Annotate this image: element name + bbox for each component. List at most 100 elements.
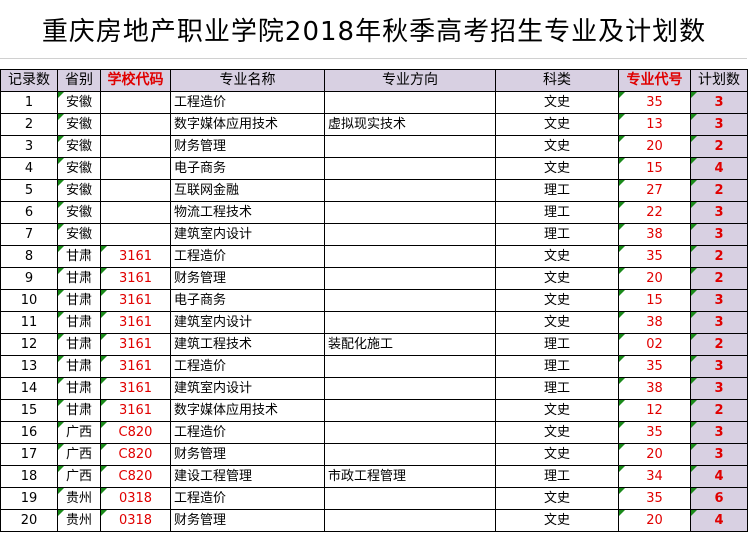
- cell-major-direction[interactable]: [324, 91, 496, 114]
- cell-school-code[interactable]: 3161: [100, 399, 171, 422]
- cell-category[interactable]: 文史: [495, 91, 619, 114]
- cell-category[interactable]: 理工: [495, 355, 619, 378]
- header-school-code[interactable]: 学校代码: [100, 69, 171, 92]
- cell-plan-count[interactable]: 2: [690, 333, 748, 356]
- cell-major-direction[interactable]: [324, 311, 496, 334]
- cell-major-direction[interactable]: [324, 289, 496, 312]
- cell-major-name[interactable]: 财务管理: [170, 135, 325, 158]
- cell-major-code[interactable]: 35: [618, 245, 691, 268]
- cell-category[interactable]: 文史: [495, 157, 619, 180]
- cell-major-code[interactable]: 34: [618, 465, 691, 488]
- cell-plan-count[interactable]: 3: [690, 421, 748, 444]
- cell-school-code[interactable]: 0318: [100, 509, 171, 532]
- cell-plan-count[interactable]: 4: [690, 465, 748, 488]
- cell-plan-count[interactable]: 3: [690, 443, 748, 466]
- cell-record-number[interactable]: 7: [0, 223, 58, 246]
- cell-province[interactable]: 甘肃: [57, 333, 101, 356]
- cell-province[interactable]: 安徽: [57, 223, 101, 246]
- cell-school-code[interactable]: [100, 157, 171, 180]
- cell-plan-count[interactable]: 3: [690, 91, 748, 114]
- cell-major-direction[interactable]: [324, 267, 496, 290]
- cell-major-name[interactable]: 工程造价: [170, 355, 325, 378]
- cell-school-code[interactable]: 3161: [100, 311, 171, 334]
- cell-province[interactable]: 广西: [57, 465, 101, 488]
- cell-category[interactable]: 文史: [495, 311, 619, 334]
- cell-major-direction[interactable]: [324, 421, 496, 444]
- cell-plan-count[interactable]: 3: [690, 311, 748, 334]
- cell-province[interactable]: 安徽: [57, 113, 101, 136]
- cell-major-name[interactable]: 建筑工程技术: [170, 333, 325, 356]
- cell-province[interactable]: 广西: [57, 443, 101, 466]
- cell-major-direction[interactable]: [324, 223, 496, 246]
- cell-major-code[interactable]: 13: [618, 113, 691, 136]
- cell-major-code[interactable]: 35: [618, 487, 691, 510]
- cell-province[interactable]: 甘肃: [57, 377, 101, 400]
- cell-major-direction[interactable]: 市政工程管理: [324, 465, 496, 488]
- cell-plan-count[interactable]: 3: [690, 289, 748, 312]
- cell-major-direction[interactable]: 虚拟现实技术: [324, 113, 496, 136]
- cell-major-code[interactable]: 12: [618, 399, 691, 422]
- cell-major-direction[interactable]: [324, 399, 496, 422]
- cell-plan-count[interactable]: 3: [690, 223, 748, 246]
- cell-record-number[interactable]: 20: [0, 509, 58, 532]
- cell-record-number[interactable]: 6: [0, 201, 58, 224]
- cell-plan-count[interactable]: 3: [690, 355, 748, 378]
- cell-category[interactable]: 文史: [495, 267, 619, 290]
- cell-category[interactable]: 文史: [495, 443, 619, 466]
- cell-province[interactable]: 安徽: [57, 135, 101, 158]
- cell-record-number[interactable]: 15: [0, 399, 58, 422]
- cell-record-number[interactable]: 3: [0, 135, 58, 158]
- cell-record-number[interactable]: 18: [0, 465, 58, 488]
- cell-plan-count[interactable]: 4: [690, 157, 748, 180]
- cell-province[interactable]: 安徽: [57, 179, 101, 202]
- cell-province[interactable]: 安徽: [57, 157, 101, 180]
- cell-major-code[interactable]: 15: [618, 289, 691, 312]
- cell-major-code[interactable]: 38: [618, 311, 691, 334]
- cell-record-number[interactable]: 2: [0, 113, 58, 136]
- cell-major-name[interactable]: 电子商务: [170, 157, 325, 180]
- cell-record-number[interactable]: 11: [0, 311, 58, 334]
- cell-record-number[interactable]: 13: [0, 355, 58, 378]
- cell-plan-count[interactable]: 2: [690, 399, 748, 422]
- cell-category[interactable]: 文史: [495, 509, 619, 532]
- cell-school-code[interactable]: 3161: [100, 355, 171, 378]
- cell-school-code[interactable]: [100, 91, 171, 114]
- cell-school-code[interactable]: 0318: [100, 487, 171, 510]
- cell-plan-count[interactable]: 2: [690, 267, 748, 290]
- cell-major-name[interactable]: 工程造价: [170, 91, 325, 114]
- cell-record-number[interactable]: 9: [0, 267, 58, 290]
- cell-major-name[interactable]: 建筑室内设计: [170, 311, 325, 334]
- cell-category[interactable]: 文史: [495, 289, 619, 312]
- cell-category[interactable]: 理工: [495, 333, 619, 356]
- cell-major-name[interactable]: 财务管理: [170, 443, 325, 466]
- cell-plan-count[interactable]: 3: [690, 201, 748, 224]
- cell-major-direction[interactable]: [324, 509, 496, 532]
- cell-province[interactable]: 甘肃: [57, 399, 101, 422]
- cell-major-name[interactable]: 财务管理: [170, 509, 325, 532]
- cell-record-number[interactable]: 12: [0, 333, 58, 356]
- cell-major-code[interactable]: 20: [618, 135, 691, 158]
- cell-major-name[interactable]: 电子商务: [170, 289, 325, 312]
- cell-school-code[interactable]: C820: [100, 443, 171, 466]
- cell-major-name[interactable]: 建筑室内设计: [170, 377, 325, 400]
- cell-major-direction[interactable]: [324, 245, 496, 268]
- cell-major-name[interactable]: 财务管理: [170, 267, 325, 290]
- cell-major-code[interactable]: 20: [618, 509, 691, 532]
- cell-major-name[interactable]: 物流工程技术: [170, 201, 325, 224]
- cell-record-number[interactable]: 16: [0, 421, 58, 444]
- cell-major-code[interactable]: 38: [618, 377, 691, 400]
- header-major-direction[interactable]: 专业方向: [324, 69, 496, 92]
- cell-plan-count[interactable]: 4: [690, 509, 748, 532]
- cell-plan-count[interactable]: 3: [690, 377, 748, 400]
- cell-major-direction[interactable]: [324, 201, 496, 224]
- cell-plan-count[interactable]: 3: [690, 113, 748, 136]
- cell-record-number[interactable]: 5: [0, 179, 58, 202]
- cell-plan-count[interactable]: 2: [690, 179, 748, 202]
- cell-record-number[interactable]: 10: [0, 289, 58, 312]
- cell-major-code[interactable]: 35: [618, 91, 691, 114]
- cell-major-direction[interactable]: [324, 179, 496, 202]
- cell-category[interactable]: 文史: [495, 487, 619, 510]
- cell-record-number[interactable]: 14: [0, 377, 58, 400]
- cell-major-code[interactable]: 15: [618, 157, 691, 180]
- cell-province[interactable]: 甘肃: [57, 267, 101, 290]
